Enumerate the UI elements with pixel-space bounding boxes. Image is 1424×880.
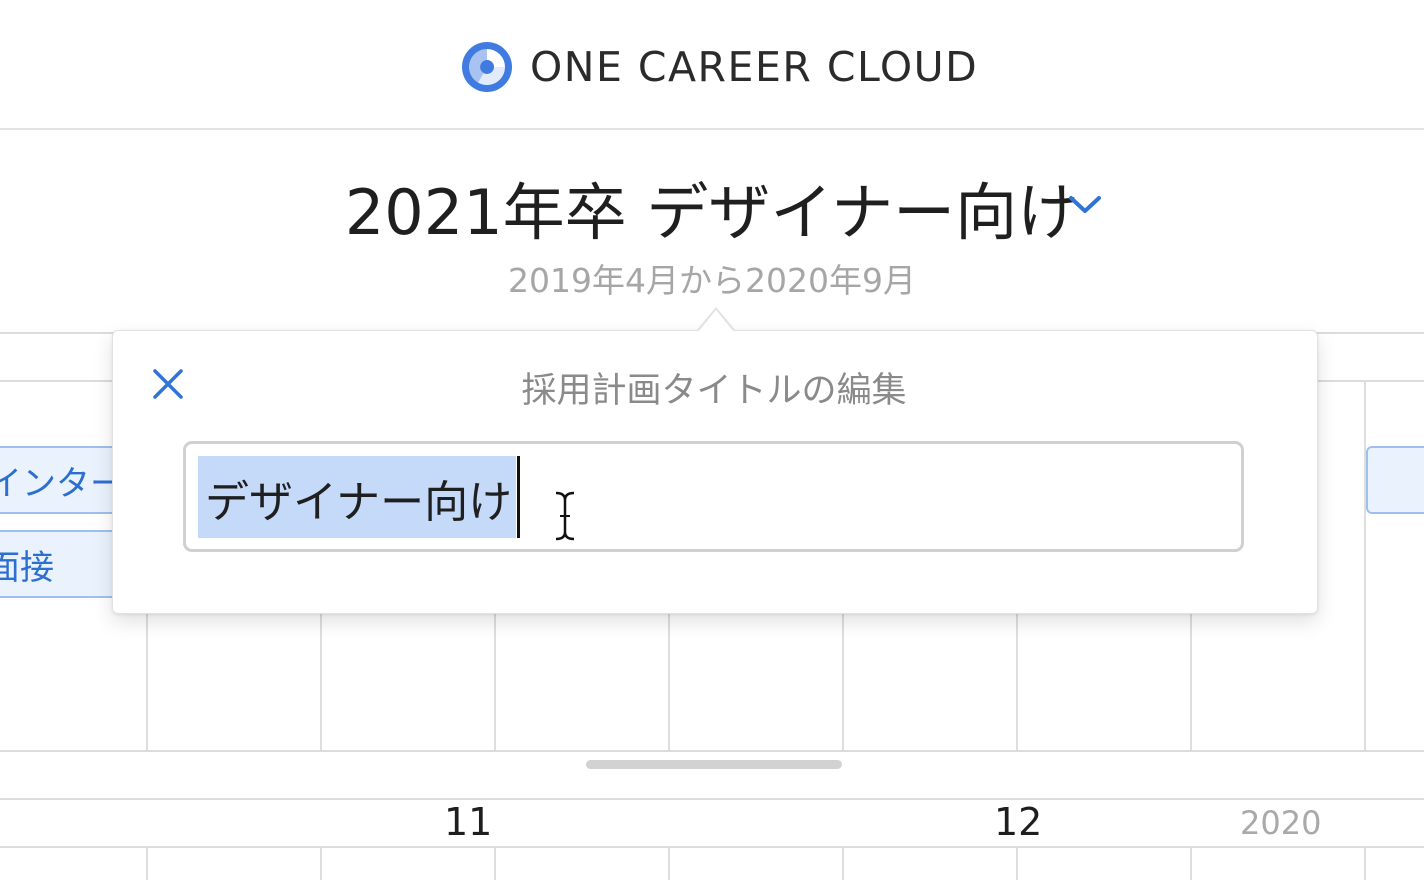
plan-title-input-value[interactable]: デザイナー向け (205, 466, 512, 530)
plan-title-text: 2021年卒 デザイナー向け (344, 176, 1080, 249)
popover-title: 採用計画タイトルの編集 (521, 371, 907, 411)
calendar-column-line (1364, 846, 1366, 880)
event-interview[interactable]: 面接 (0, 530, 118, 598)
calendar-column-line (320, 612, 322, 750)
calendar-divider (0, 846, 1424, 848)
one-career-logo-icon (462, 42, 512, 92)
event-label: 面接 (0, 547, 54, 588)
calendar-column-line (1190, 846, 1192, 880)
calendar-column-line (668, 846, 670, 880)
event-label: インター (0, 463, 118, 504)
plan-period: 2019年4月から2020年9月 (508, 261, 916, 300)
brand-name: ONE CAREER CLOUD (530, 43, 979, 91)
calendar-column-line (146, 612, 148, 750)
ibeam-cursor-icon (555, 491, 575, 541)
calendar-column-line (842, 612, 844, 750)
popover-arrow-inner (698, 310, 734, 332)
month-label: 11 (444, 800, 493, 844)
calendar-column-line (494, 846, 496, 880)
plan-title[interactable]: 2021年卒 デザイナー向け (0, 162, 1424, 252)
calendar-column-line (494, 612, 496, 750)
month-label: 12 (994, 800, 1043, 844)
calendar-column-line (146, 846, 148, 880)
calendar-column-line (1016, 846, 1018, 880)
calendar-column-line (668, 612, 670, 750)
event-right[interactable] (1366, 446, 1424, 514)
app-header: ONE CAREER CLOUD (0, 0, 1424, 130)
calendar-divider (0, 750, 1424, 752)
text-caret (517, 456, 520, 538)
calendar-divider (0, 798, 1424, 800)
year-label: 2020 (1240, 804, 1322, 842)
calendar-column-line (1016, 612, 1018, 750)
calendar-column-line (320, 846, 322, 880)
brand[interactable]: ONE CAREER CLOUD (460, 40, 978, 94)
chevron-down-icon[interactable] (1066, 192, 1104, 218)
scroll-handle[interactable] (586, 760, 842, 769)
event-internship[interactable]: インター (0, 446, 118, 514)
calendar-column-line (842, 846, 844, 880)
calendar-column-line (1190, 612, 1192, 750)
calendar-column-line (1364, 380, 1366, 750)
